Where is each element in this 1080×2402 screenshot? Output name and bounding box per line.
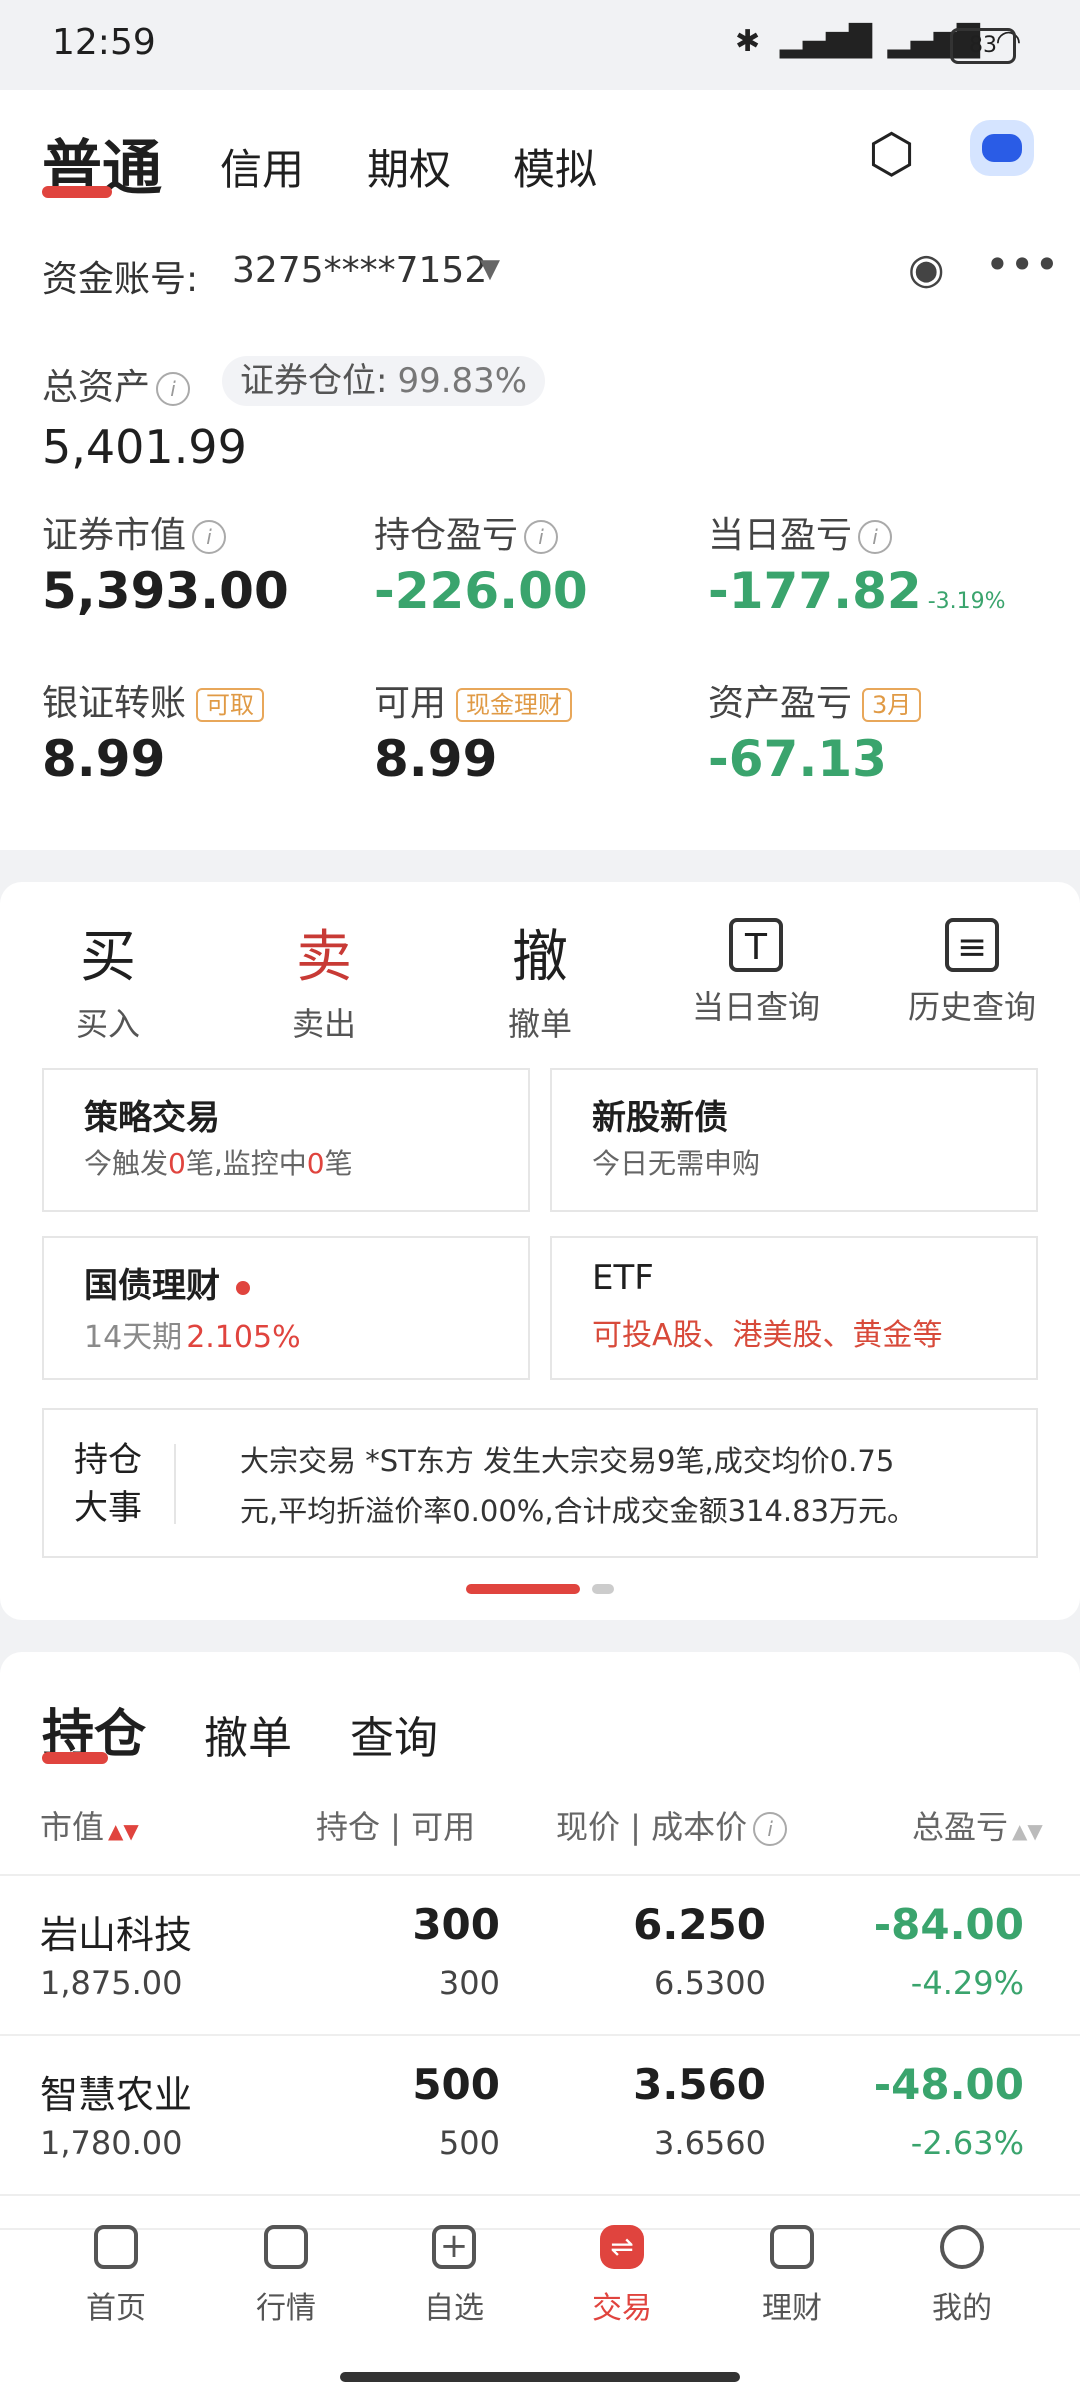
signal-icon: ▂▄▆█ — [779, 24, 872, 59]
position-ratio-pill: 证券仓位: 99.83% — [222, 356, 546, 406]
holding-pl-value: -226.00 — [374, 562, 588, 620]
info-icon[interactable]: i — [753, 1812, 788, 1846]
plus-icon: + — [432, 2225, 476, 2269]
chart-icon — [264, 2225, 308, 2269]
account-number[interactable]: 3275****7152 — [232, 250, 487, 291]
strategy-trading-card[interactable]: 策略交易 今触发0笔,监控中0笔 — [42, 1068, 530, 1212]
sell-icon: 卖 — [296, 925, 352, 990]
history-query-icon: ≡ — [945, 918, 999, 972]
bank-transfer-value: 8.99 — [42, 730, 166, 788]
total-assets-value: 5,401.99 — [42, 420, 247, 474]
carousel-indicator-active — [466, 1584, 580, 1594]
account-dropdown-icon[interactable]: ▼ — [480, 254, 500, 284]
daily-query-button[interactable]: T 当日查询 — [648, 912, 864, 1028]
tab-credit[interactable]: 信用 — [220, 136, 304, 197]
total-assets-label: 总资产 i — [42, 358, 191, 410]
cancel-order-button[interactable]: 撤 撤单 — [432, 912, 648, 1045]
robot-assistant-icon[interactable] — [970, 120, 1034, 176]
nav-me[interactable]: 我的 — [882, 2225, 1042, 2327]
tab-query[interactable]: 查询 — [350, 1702, 438, 1766]
more-icon[interactable]: ••• — [985, 240, 1059, 289]
battery-icon: 83 — [950, 28, 1016, 64]
info-icon[interactable]: i — [524, 520, 559, 554]
holding-pl-label: 持仓盈亏 i — [374, 506, 559, 558]
cancel-order-icon: 撤 — [512, 925, 568, 990]
info-icon[interactable]: i — [858, 520, 893, 554]
nav-market[interactable]: 行情 — [206, 2225, 366, 2327]
header-total-pl[interactable]: 总盈亏 ▲▼ — [912, 1802, 1043, 1848]
tab-simulate[interactable]: 模拟 — [513, 136, 597, 197]
available-value: 8.99 — [374, 730, 498, 788]
daily-pl: -177.82 -3.19% — [708, 562, 1006, 620]
wallet-icon — [770, 2225, 814, 2269]
info-icon[interactable]: i — [156, 372, 191, 406]
table-row[interactable]: 智慧农业 1,780.00 500 500 3.560 3.6560 -48.0… — [0, 2036, 1080, 2194]
tab-cancel[interactable]: 撤单 — [204, 1702, 292, 1766]
home-indicator — [340, 2372, 740, 2382]
holding-news-card[interactable]: 持仓 大事 大宗交易 *ST东方 发生大宗交易9笔,成交均价0.75 元,平均折溢价… — [42, 1408, 1038, 1558]
history-query-button[interactable]: ≡ 历史查询 — [864, 912, 1080, 1028]
nav-trade[interactable]: ⇌ 交易 — [542, 2225, 702, 2327]
sort-icon: ▲▼ — [108, 1819, 139, 1843]
nav-watchlist[interactable]: + 自选 — [374, 2225, 534, 2327]
ipo-card[interactable]: 新股新债 今日无需申购 — [550, 1068, 1038, 1212]
available-label[interactable]: 可用 现金理财 — [374, 674, 573, 726]
red-dot-badge — [236, 1280, 250, 1295]
home-icon — [94, 2225, 138, 2269]
user-icon — [940, 2225, 984, 2269]
market-value: 5,393.00 — [42, 562, 289, 620]
buy-button[interactable]: 买 买入 — [0, 912, 216, 1045]
bank-transfer-label[interactable]: 银证转账 可取 — [42, 674, 265, 726]
sell-button[interactable]: 卖 卖出 — [216, 912, 432, 1045]
bluetooth-icon: ✱ — [735, 24, 761, 59]
tab-underline — [42, 186, 112, 198]
eye-icon[interactable]: ◉ — [908, 244, 945, 293]
daily-pl-label: 当日盈亏 i — [708, 506, 893, 558]
bond-card[interactable]: 国债理财 14天期 2.105% — [42, 1236, 530, 1380]
header-qty: 持仓 | 可用 — [316, 1808, 476, 1846]
trade-icon: ⇌ — [600, 2225, 644, 2269]
settings-icon[interactable]: ⬡ — [868, 122, 915, 185]
daily-query-icon: T — [729, 918, 783, 972]
header-price: 现价 | 成本价 i — [556, 1802, 788, 1848]
actions-card: 买 买入 卖 卖出 撤 撤单 T 当日查询 ≡ 历史查询 策略交易 今触发0笔,… — [0, 882, 1080, 1620]
carousel-indicator — [592, 1584, 614, 1594]
market-value-label: 证券市值 i — [42, 506, 227, 558]
asset-pl-label[interactable]: 资产盈亏 3月 — [708, 674, 922, 726]
account-label: 资金账号: — [42, 259, 199, 300]
nav-wealth[interactable]: 理财 — [712, 2225, 872, 2327]
etf-card[interactable]: ETF 可投A股、港美股、黄金等 — [550, 1236, 1038, 1380]
account-card: 普通 信用 期权 模拟 ⬡ 资金账号: 3275****7152 ▼ ◉ •••… — [0, 90, 1080, 850]
sort-icon: ▲▼ — [1012, 1819, 1043, 1843]
status-time: 12:59 — [52, 22, 156, 63]
tab-underline — [42, 1752, 108, 1764]
header-market-value[interactable]: 市值 ▲▼ — [40, 1802, 139, 1848]
table-row[interactable]: 岩山科技 1,875.00 300 300 6.250 6.5300 -84.0… — [0, 1876, 1080, 2034]
nav-home[interactable]: 首页 — [36, 2225, 196, 2327]
info-icon[interactable]: i — [192, 520, 227, 554]
buy-icon: 买 — [80, 925, 136, 990]
asset-pl-value: -67.13 — [708, 730, 887, 788]
tab-options[interactable]: 期权 — [367, 136, 451, 197]
